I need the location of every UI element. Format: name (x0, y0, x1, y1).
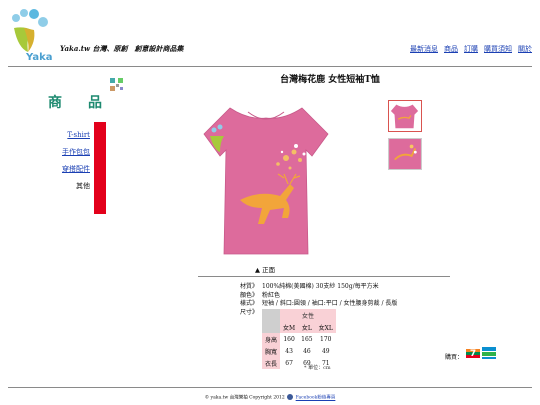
header-divider (8, 66, 532, 67)
copyright-text: © yaka.tw 台灣樂拍 Copyright 2012 (204, 395, 285, 401)
logo-text: Yaka (25, 52, 52, 62)
category-item-tshirt: T-shirt (40, 130, 90, 147)
row-label-length: 衣長 (262, 357, 281, 369)
size-header-m: 女M (280, 321, 299, 333)
size-unit-note: * 單位：cm (304, 365, 331, 371)
category-link-accessories[interactable]: 穿搭配件 (62, 165, 90, 173)
nav-about[interactable]: 關於 (518, 44, 532, 54)
nav-products[interactable]: 商品 (444, 44, 458, 54)
facebook-link[interactable]: Facebook粉絲專頁 (296, 396, 336, 401)
seven-eleven-icon[interactable]: 7 (466, 345, 480, 360)
nav-news[interactable]: 最新消息 (410, 44, 438, 54)
size-header-l: 女L (298, 321, 316, 333)
logo-graphic: Yaka (12, 9, 52, 63)
size-header-xl: 女XL (315, 321, 336, 333)
table-row: 胸寬 43 46 49 (262, 345, 336, 357)
category-heading: 商品 (48, 95, 128, 111)
product-main-image (200, 100, 332, 258)
purchase-label: 購買： (445, 354, 464, 361)
spec-labels: 材質》 顏色》 樣式》 尺寸》 (240, 283, 258, 317)
cell: 43 (285, 347, 293, 355)
thumbnail-detail[interactable] (388, 138, 422, 170)
category-accent-bar (94, 122, 106, 214)
nav-purchase-info[interactable]: 購買須知 (484, 44, 512, 54)
spec-value-style: 短袖 / 斜口:圓領 / 袖口:平口 / 女性腰身剪裁 / 長版 (262, 300, 398, 307)
category-item-accessories: 穿搭配件 (40, 164, 90, 181)
cell: 165 (301, 335, 313, 343)
size-table-corner (262, 321, 281, 333)
spec-label-style: 樣式》 (240, 300, 259, 307)
footer-divider (8, 387, 532, 388)
nav-order[interactable]: 訂購 (464, 44, 478, 54)
cell: 46 (303, 347, 311, 355)
spec-label-material: 材質》 (240, 283, 259, 290)
category-link-bags[interactable]: 手作包包 (62, 148, 90, 156)
spec-values: 100%純棉(美國棉) 30支紗 150g/每平方米 粉紅色 短袖 / 斜口:圓… (262, 283, 397, 309)
top-nav: 最新消息 商品 訂購 購買須知 關於 (410, 44, 532, 54)
cell: 160 (283, 335, 295, 343)
cell: 49 (321, 347, 330, 355)
row-label-chest: 胸寬 (262, 345, 281, 357)
category-item-bags: 手作包包 (40, 147, 90, 164)
product-title: 台灣梅花鹿 女性短袖T恤 (280, 75, 380, 85)
spec-value-material: 100%純棉(美國棉) 30支紗 150g/每平方米 (262, 283, 379, 290)
footer: © yaka.tw 台灣樂拍 Copyright 2012 Facebook粉絲… (0, 394, 540, 401)
site-tagline: Yaka.tw 台灣、原創 創意設計商品集 (60, 44, 184, 53)
cell: 170 (320, 335, 332, 343)
familymart-icon[interactable] (482, 345, 496, 360)
category-link-tshirt[interactable]: T-shirt (67, 131, 90, 139)
row-label-height: 身高 (262, 333, 281, 345)
cell: 67 (285, 359, 293, 367)
size-group-header: 女性 (280, 309, 336, 321)
size-table-corner (262, 309, 281, 321)
yaka-logo[interactable]: Yaka (8, 8, 56, 63)
category-item-other: 其他 (76, 182, 90, 190)
spec-label-size: 尺寸》 (240, 308, 259, 316)
size-table: 女性 女M 女L 女XL 身高 160 165 170 胸寬 43 46 49 … (262, 309, 336, 369)
spec-label-color: 顏色》 (240, 291, 259, 299)
qr-code-icon[interactable] (110, 76, 123, 91)
category-list: T-shirt 手作包包 穿搭配件 其他 (40, 130, 90, 198)
svg-text:7: 7 (470, 349, 476, 359)
table-row: 身高 160 165 170 (262, 333, 336, 345)
spec-value-color: 粉紅色 (262, 291, 281, 299)
facebook-icon[interactable] (287, 394, 294, 400)
view-label: ▲ 正面 (255, 266, 276, 274)
thumbnail-front[interactable] (388, 100, 422, 132)
spec-divider (198, 276, 450, 277)
